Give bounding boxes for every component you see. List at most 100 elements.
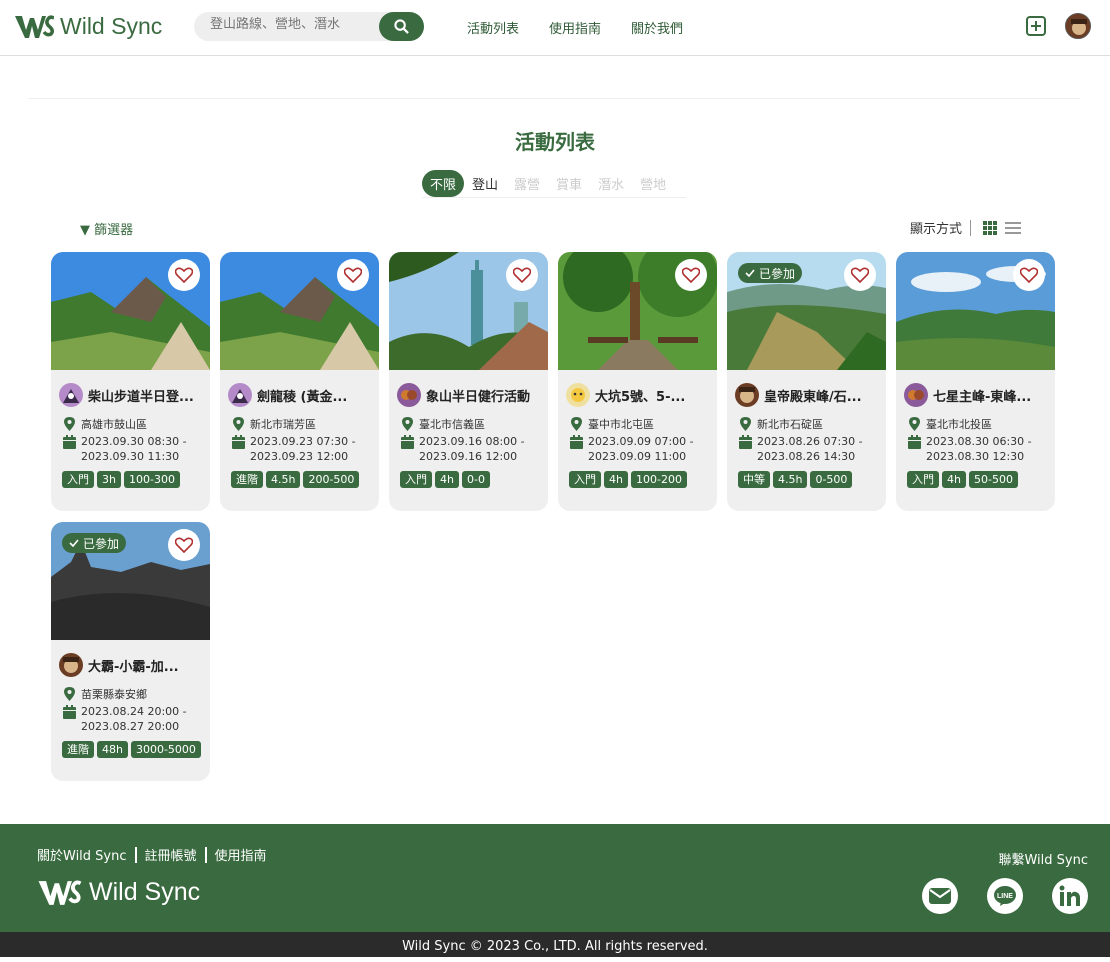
organizer-avatar[interactable] [228, 383, 252, 407]
activity-title[interactable]: 大霸-小霸-加... [88, 656, 179, 675]
list-view-icon[interactable] [1005, 221, 1022, 235]
favorite-heart-icon[interactable] [168, 259, 200, 291]
organizer-avatar[interactable] [59, 653, 83, 677]
activity-title[interactable]: 劍龍稜 (黃金... [257, 386, 347, 405]
line-icon[interactable]: LINE [987, 878, 1023, 914]
category-tabs: 不限 登山 露營 賞車 潛水 營地 [422, 170, 686, 198]
favorite-heart-icon[interactable] [168, 529, 200, 561]
footer-link-register[interactable]: 註冊帳號 [145, 845, 197, 864]
activity-tags: 進階 48h 3000-5000 [62, 741, 201, 758]
nav-about[interactable]: 關於我們 [631, 18, 683, 37]
tag-badge: 100-300 [123, 471, 180, 488]
search-button[interactable] [379, 12, 424, 41]
main-nav: 活動列表 使用指南 關於我們 [467, 18, 683, 37]
tab-campsite[interactable]: 營地 [632, 170, 674, 197]
add-activity-icon[interactable] [1025, 15, 1047, 37]
location-pin-icon [909, 417, 920, 431]
activity-title[interactable]: 柴山步道半日登... [88, 386, 194, 405]
organizer-avatar[interactable] [566, 383, 590, 407]
view-mode: 顯示方式 [910, 218, 1022, 237]
card-header: 大坑5號、5-... [566, 383, 685, 407]
svg-text:LINE: LINE [997, 893, 1013, 900]
card-header: 七星主峰-東峰... [904, 383, 1031, 407]
tag-badge: 100-200 [630, 471, 687, 488]
linkedin-icon[interactable] [1052, 878, 1088, 914]
activity-card[interactable]: 已參加 皇帝殿東峰/石... 新北市石碇區 2023.08.26 07:30 -… [727, 252, 886, 511]
footer: 關於Wild Sync 註冊帳號 使用指南 Wild Sync 聯繫Wild S… [0, 824, 1110, 932]
tag-badge: 3h [97, 471, 121, 488]
calendar-icon [232, 435, 245, 449]
tag-badge: 4.5h [773, 471, 808, 488]
joined-badge: 已參加 [738, 263, 803, 283]
activity-tags: 中等 4.5h 0-500 [738, 471, 853, 488]
tag-badge: 入門 [62, 471, 94, 488]
favorite-heart-icon[interactable] [844, 259, 876, 291]
tab-cars[interactable]: 賞車 [548, 170, 590, 197]
activity-title[interactable]: 象山半日健行活動 [426, 386, 530, 405]
tag-badge: 0-0 [461, 471, 490, 488]
tab-diving[interactable]: 潛水 [590, 170, 632, 197]
tag-badge: 4h [435, 471, 459, 488]
tab-all[interactable]: 不限 [422, 170, 465, 197]
organizer-avatar[interactable] [59, 383, 83, 407]
grid-view-icon[interactable] [983, 220, 998, 235]
tag-badge: 進階 [62, 741, 94, 758]
activity-card[interactable]: 柴山步道半日登... 高雄市鼓山區 2023.09.30 08:30 -2023… [51, 252, 210, 511]
activity-date: 2023.09.09 07:00 -2023.09.09 11:00 [570, 434, 694, 464]
organizer-avatar[interactable] [904, 383, 928, 407]
card-header: 象山半日健行活動 [397, 383, 530, 407]
favorite-heart-icon[interactable] [675, 259, 707, 291]
activity-date: 2023.08.24 20:00 -2023.08.27 20:00 [63, 704, 187, 734]
brand-logo[interactable]: Wild Sync [14, 13, 162, 40]
organizer-avatar[interactable] [735, 383, 759, 407]
tag-badge: 4h [604, 471, 628, 488]
card-header: 劍龍稜 (黃金... [228, 383, 347, 407]
favorite-heart-icon[interactable] [1013, 259, 1045, 291]
calendar-icon [908, 435, 921, 449]
activity-date: 2023.08.26 07:30 -2023.08.26 14:30 [739, 434, 863, 464]
footer-link-guide[interactable]: 使用指南 [215, 845, 267, 864]
activity-tags: 進階 4.5h 200-500 [231, 471, 360, 488]
activity-location: 臺中市北屯區 [570, 416, 654, 432]
activity-title[interactable]: 大坑5號、5-... [595, 386, 685, 405]
tab-camping[interactable]: 露營 [506, 170, 548, 197]
activity-tags: 入門 3h 100-300 [62, 471, 180, 488]
social-icons: LINE [922, 878, 1088, 914]
activity-card[interactable]: 劍龍稜 (黃金... 新北市瑞芳區 2023.09.23 07:30 -2023… [220, 252, 379, 511]
email-icon[interactable] [922, 878, 958, 914]
nav-guide[interactable]: 使用指南 [549, 18, 601, 37]
activity-card[interactable]: 象山半日健行活動 臺北市信義區 2023.09.16 08:00 -2023.0… [389, 252, 548, 511]
activity-tags: 入門 4h 0-0 [400, 471, 490, 488]
tag-badge: 4.5h [266, 471, 301, 488]
search-input[interactable] [210, 17, 360, 32]
footer-logo[interactable]: Wild Sync [36, 878, 200, 907]
location-pin-icon [402, 417, 413, 431]
tab-hiking[interactable]: 登山 [464, 170, 506, 197]
location-pin-icon [233, 417, 244, 431]
copyright: Wild Sync © 2023 Co., LTD. All rights re… [0, 932, 1110, 957]
activity-card[interactable]: 七星主峰-東峰... 臺北市北投區 2023.08.30 06:30 -2023… [896, 252, 1055, 511]
favorite-heart-icon[interactable] [506, 259, 538, 291]
calendar-icon [63, 435, 76, 449]
ws-logo-icon [38, 880, 82, 905]
tag-badge: 中等 [738, 471, 770, 488]
tag-badge: 入門 [400, 471, 432, 488]
activity-title[interactable]: 皇帝殿東峰/石... [764, 386, 862, 405]
activity-tags: 入門 4h 50-500 [907, 471, 1018, 488]
calendar-icon [570, 435, 583, 449]
footer-brand-name: Wild Sync [89, 878, 201, 906]
activity-title[interactable]: 七星主峰-東峰... [933, 386, 1031, 405]
activity-card[interactable]: 大坑5號、5-... 臺中市北屯區 2023.09.09 07:00 -2023… [558, 252, 717, 511]
user-avatar[interactable] [1065, 13, 1091, 39]
favorite-heart-icon[interactable] [337, 259, 369, 291]
tag-badge: 入門 [907, 471, 939, 488]
calendar-icon [739, 435, 752, 449]
nav-activities[interactable]: 活動列表 [467, 18, 519, 37]
calendar-icon [63, 705, 76, 719]
organizer-avatar[interactable] [397, 383, 421, 407]
filter-toggle[interactable]: ▼ 篩選器 [80, 219, 133, 238]
footer-link-about[interactable]: 關於Wild Sync [37, 845, 127, 864]
search-icon [394, 19, 409, 34]
search-bar [194, 12, 424, 41]
activity-card[interactable]: 已參加 大霸-小霸-加... 苗栗縣泰安鄉 2023.08.24 20:00 -… [51, 522, 210, 781]
